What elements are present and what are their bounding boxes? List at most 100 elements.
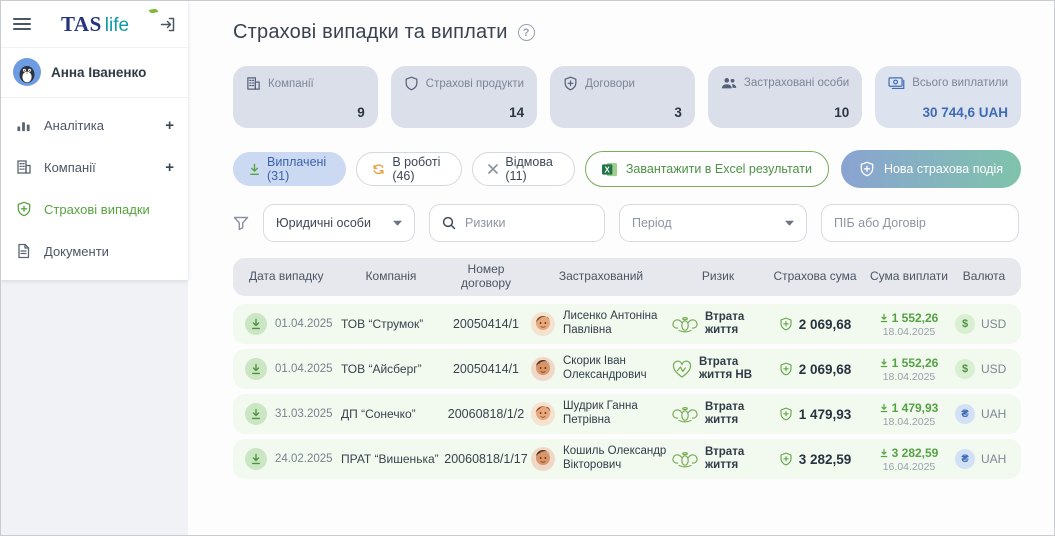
company-name: ТОВ “Струмок”	[341, 317, 424, 331]
stat-value: 30 744,6 UAH	[922, 105, 1008, 120]
filter-chip-label: Виплачені (31)	[267, 155, 327, 183]
entity-type-select[interactable]: Юридичні особи	[263, 204, 415, 242]
stat-value: 3	[674, 105, 682, 120]
currency-code: UAH	[981, 407, 1007, 421]
filter-chip-in-progress[interactable]: В роботі (46)	[356, 152, 463, 186]
name-contract-field[interactable]	[821, 204, 1019, 242]
payout-icon	[880, 403, 888, 413]
payout-date: 18.04.2025	[882, 370, 936, 383]
logout-icon[interactable]	[159, 16, 176, 33]
stat-label: Страхові продукти	[425, 77, 525, 90]
banknote-icon	[888, 76, 905, 89]
sync-icon	[372, 163, 385, 176]
hryvnia-icon: ₴	[955, 449, 975, 469]
filter-chip-rejected[interactable]: Відмова (11)	[472, 152, 575, 186]
page-title: Страхові випадки та виплати	[233, 21, 508, 43]
document-icon	[15, 243, 32, 260]
case-date: 24.02.2025	[275, 453, 333, 465]
user-avatar	[13, 58, 41, 86]
column-header: Валюта	[962, 269, 1006, 284]
funnel-icon[interactable]	[233, 216, 249, 231]
insured-name: Шудрик Ганна Петрівна	[563, 400, 638, 426]
insured-name: Лисенко Антоніна Павлівна	[563, 310, 658, 336]
app-logo: TAS life	[31, 7, 159, 37]
user-profile[interactable]: Анна Іваненко	[1, 47, 188, 98]
column-header: Страхова сума	[773, 269, 857, 284]
contract-number: 20060818/1/2	[447, 407, 525, 421]
expand-plus-icon[interactable]: +	[165, 117, 174, 134]
export-excel-button[interactable]: X Завантажити в Excel результати	[584, 151, 829, 187]
payout-date: 18.04.2025	[882, 325, 936, 338]
paid-status-icon	[245, 313, 267, 335]
payout-icon	[880, 358, 888, 368]
table-row[interactable]: 01.04.2025 ТОВ “Айсберг” 20050414/1 Скор…	[233, 349, 1021, 389]
menu-toggle-icon[interactable]	[13, 18, 31, 30]
insured-avatar	[531, 402, 555, 426]
hryvnia-icon: ₴	[955, 404, 975, 424]
stat-card-contracts: Договори 3	[550, 66, 695, 128]
shield-plus-icon	[15, 201, 32, 218]
currency-code: UAH	[981, 452, 1007, 466]
search-icon	[442, 216, 456, 230]
case-date: 31.03.2025	[275, 408, 333, 420]
chevron-down-icon	[393, 220, 402, 226]
angel-icon	[671, 316, 699, 333]
stat-cards: Компанії 9 Страхові продукти 14 Договори…	[233, 66, 1021, 128]
risk-search-field[interactable]	[429, 204, 605, 242]
table-row[interactable]: 31.03.2025 ДП “Сонечко” 20060818/1/2 Шуд…	[233, 394, 1021, 434]
insured-sum: 1 479,93	[798, 406, 852, 422]
building-icon	[15, 159, 32, 176]
stat-label: Всього виплатили	[912, 76, 1008, 89]
bar-chart-icon	[15, 117, 32, 134]
payout-sum: 1 552,26	[891, 355, 939, 370]
column-header: Сума виплати	[870, 269, 948, 284]
currency-code: USD	[981, 362, 1007, 376]
export-excel-label: Завантажити в Excel результати	[625, 162, 812, 176]
payout-sum: 1 479,93	[891, 400, 939, 415]
risk-search-input[interactable]	[465, 216, 592, 230]
angel-icon	[671, 406, 699, 423]
payout-sum: 3 282,59	[891, 445, 939, 460]
risk-name: Втрата життя	[705, 445, 745, 471]
close-icon	[488, 164, 499, 174]
logo-life: life	[104, 14, 130, 36]
expand-plus-icon[interactable]: +	[165, 159, 174, 176]
table-row[interactable]: 01.04.2025 ТОВ “Струмок” 20050414/1 Лисе…	[233, 304, 1021, 344]
heart-icon	[671, 360, 693, 379]
paid-status-icon	[245, 403, 267, 425]
contract-number: 20050414/1	[452, 317, 520, 331]
table-row[interactable]: 24.02.2025 ПРАТ “Вишенька” 20060818/1/17…	[233, 439, 1021, 479]
payout-icon	[880, 313, 888, 323]
name-contract-input[interactable]	[834, 216, 1006, 230]
new-insurance-event-label: Нова страхова подія	[883, 162, 1003, 176]
sidebar-item-documents[interactable]: Документи	[1, 230, 188, 272]
filter-chip-paid[interactable]: Виплачені (31)	[233, 152, 347, 186]
period-select[interactable]: Період	[619, 204, 807, 242]
column-header: Компанія	[365, 269, 417, 284]
stat-label: Договори	[585, 77, 635, 90]
building-icon	[246, 76, 261, 91]
shield-icon	[404, 76, 419, 91]
logo-tas: TAS	[60, 11, 102, 36]
stat-value: 10	[834, 105, 850, 120]
insured-name: Кошиль Олександр Вікторович	[563, 445, 667, 471]
new-insurance-event-button[interactable]: Нова страхова подія	[840, 150, 1021, 188]
help-icon[interactable]: ?	[517, 24, 535, 41]
sidebar: TAS life Анна Іваненко Аналітика + Компа…	[1, 1, 188, 280]
stat-value: 14	[509, 105, 525, 120]
period-value: Період	[632, 216, 672, 230]
table-header: Дата випадку Компанія Номер договору Зас…	[233, 258, 1021, 296]
leaf-icon	[148, 7, 159, 14]
shield-plus-icon	[779, 317, 793, 331]
risk-name: Втрата життя	[705, 400, 745, 426]
dollar-icon: $	[955, 314, 975, 334]
cases-table: Дата випадку Компанія Номер договору Зас…	[233, 258, 1021, 479]
sidebar-item-analytics[interactable]: Аналітика +	[1, 104, 188, 146]
sidebar-item-companies[interactable]: Компанії +	[1, 146, 188, 188]
sidebar-menu: Аналітика + Компанії + Страхові випадки	[1, 98, 188, 274]
shield-plus-icon	[563, 76, 578, 91]
contract-number: 20060818/1/17	[444, 452, 528, 466]
chevron-down-icon	[785, 220, 794, 226]
sidebar-item-insurance-cases[interactable]: Страхові випадки	[1, 188, 188, 230]
payout-date: 16.04.2025	[882, 460, 936, 473]
